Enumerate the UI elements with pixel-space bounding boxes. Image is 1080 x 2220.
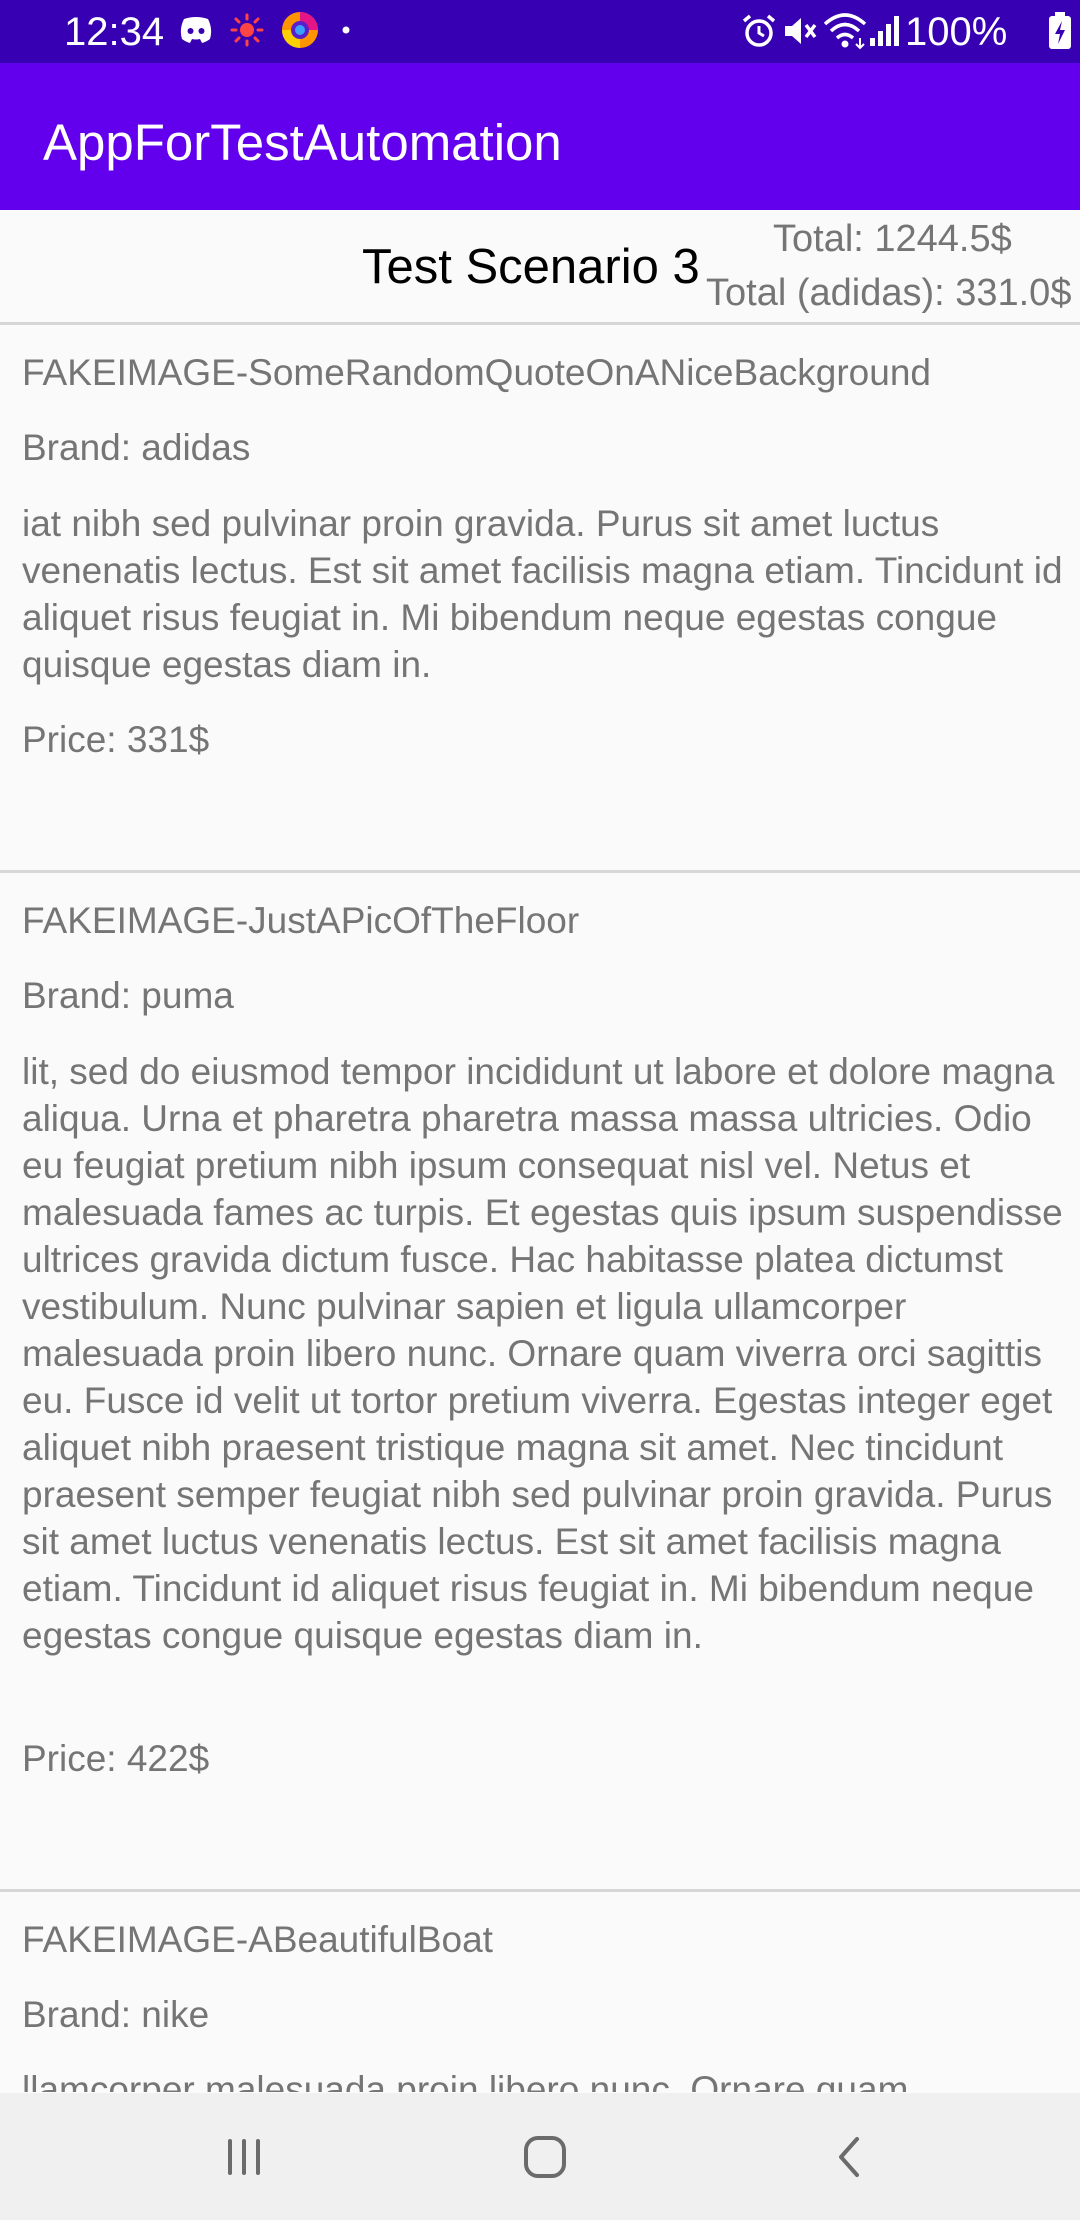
- product-price: Price: 331$: [22, 719, 210, 760]
- scenario-header: Test Scenario 3 Total: 1244.5$ Total (ad…: [0, 210, 1080, 324]
- product-description: lit, sed do eiusmod tempor incididunt ut…: [22, 1051, 1063, 1656]
- product-price: Price: 422$: [22, 1738, 210, 1779]
- total-label: Total: 1244.5$: [773, 218, 1012, 260]
- product-brand: Brand: nike: [22, 1994, 210, 2035]
- product-item[interactable]: FAKEIMAGE-SomeRandomQuoteOnANiceBackgrou…: [0, 325, 1080, 872]
- home-icon: [524, 2136, 566, 2178]
- product-image-placeholder: FAKEIMAGE-ABeautifulBoat: [22, 1919, 493, 1960]
- navigation-bar: [0, 2093, 1080, 2220]
- recent-apps-button[interactable]: [204, 2121, 284, 2193]
- alarm-icon: [740, 12, 778, 55]
- back-button[interactable]: [808, 2121, 888, 2193]
- signal-icon: [868, 14, 904, 53]
- app-title: AppForTestAutomation: [43, 114, 562, 171]
- status-bar: 12:34 100%: [0, 0, 1080, 63]
- back-icon: [839, 2137, 859, 2177]
- wifi-icon: [823, 10, 867, 55]
- system-icons: 100%: [740, 10, 1080, 54]
- product-description-partial: llamcorper malesuada proin libero nunc. …: [0, 2070, 1080, 2092]
- product-description: iat nibh sed pulvinar proin gravida. Pur…: [22, 503, 1063, 685]
- product-item[interactable]: FAKEIMAGE-ABeautifulBoat Brand: nike: [0, 1892, 1080, 2092]
- mute-icon: [780, 12, 818, 55]
- notification-icons: [178, 10, 356, 55]
- product-description: llamcorper malesuada proin libero nunc. …: [22, 2070, 909, 2092]
- product-image-placeholder: FAKEIMAGE-SomeRandomQuoteOnANiceBackgrou…: [22, 352, 931, 393]
- firefox-icon: [280, 10, 320, 55]
- sun-icon: [230, 13, 264, 52]
- total-brand-label: Total (adidas): 331.0$: [706, 272, 1072, 314]
- battery-icon: [1048, 12, 1072, 55]
- product-image-placeholder: FAKEIMAGE-JustAPicOfTheFloor: [22, 900, 580, 941]
- dot-icon: [336, 20, 356, 45]
- scenario-title: Test Scenario 3: [362, 240, 700, 294]
- recent-apps-icon: [228, 2139, 260, 2175]
- app-bar: AppForTestAutomation: [0, 63, 1080, 210]
- product-brand: Brand: adidas: [22, 427, 251, 468]
- battery-percent: 100%: [905, 10, 1008, 54]
- discord-icon: [178, 15, 214, 50]
- status-time: 12:34: [64, 10, 165, 54]
- home-button[interactable]: [505, 2121, 585, 2193]
- product-item[interactable]: FAKEIMAGE-JustAPicOfTheFloor Brand: puma…: [0, 873, 1080, 1890]
- product-brand: Brand: puma: [22, 975, 234, 1016]
